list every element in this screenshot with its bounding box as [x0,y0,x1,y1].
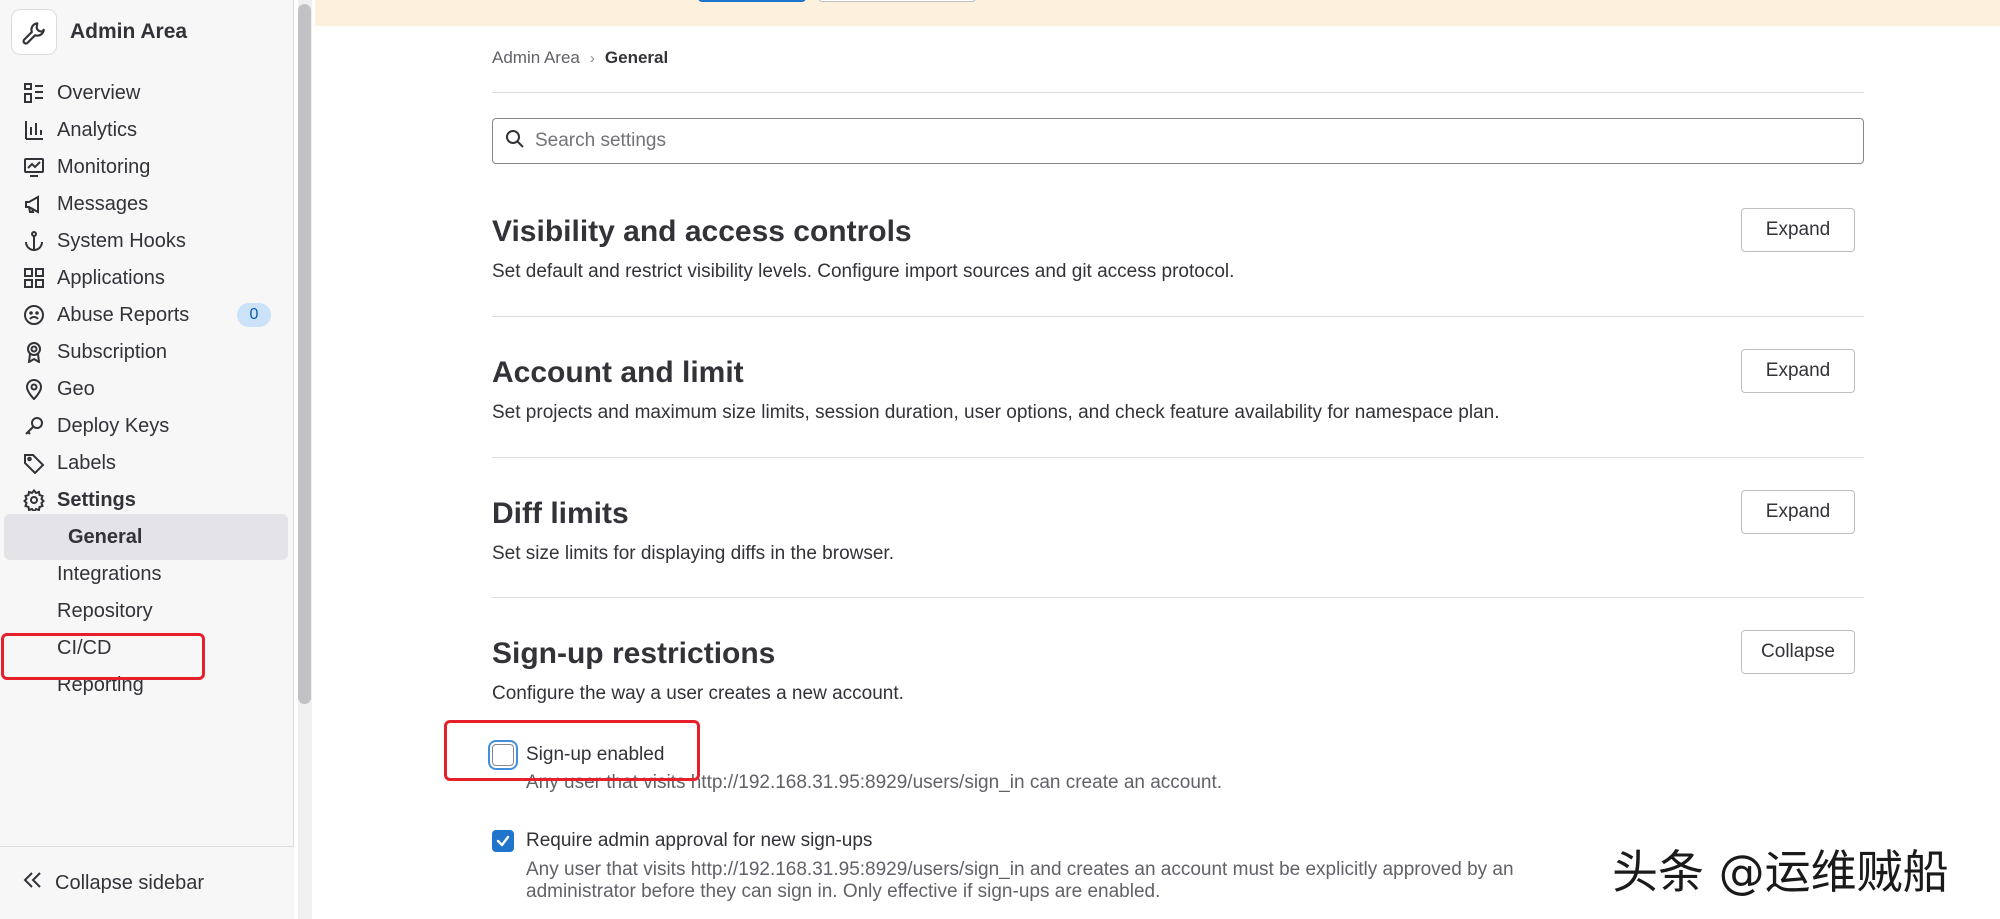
sidebar-nav: Overview Analytics Monitoring Messages S… [0,70,294,846]
breadcrumb-current: General [604,48,669,67]
sidebar-item-label: Deploy Keys [57,414,170,437]
sidebar-title: Admin Area [70,20,188,43]
sidebar-item-label: System Hooks [57,229,186,252]
applications-icon [22,266,46,290]
analytics-icon [22,118,46,142]
expand-button[interactable]: Expand [1741,490,1855,534]
admin-wrench-icon [12,10,56,54]
sidebar-item-label: Overview [57,81,141,104]
expand-button[interactable]: Expand [1741,208,1855,252]
sidebar-item-label: Labels [57,451,116,474]
sidebar-item-label: Monitoring [57,155,151,178]
checkmark-icon [496,835,510,847]
sidebar-item-label: Geo [57,377,95,400]
double-chevron-left-icon [22,869,44,897]
breadcrumb-parent[interactable]: Admin Area [492,48,580,68]
key-icon [22,414,46,438]
sidebar-item-label: Messages [57,192,149,215]
section-title: Diff limits [492,497,629,530]
expand-button[interactable]: Expand [1741,349,1855,393]
search-icon [505,129,525,154]
require-approval-help-line2: administrator before they can sign in. O… [526,881,1161,902]
require-approval-help-line1: Any user that visits http://192.168.31.9… [526,859,1514,880]
sidebar-item-label: General [68,525,143,548]
divider [492,92,1864,93]
collapse-sidebar-label: Collapse sidebar [55,871,204,894]
banner-secondary-button[interactable] [818,0,976,2]
search-settings-field[interactable] [492,118,1864,164]
sidebar-item-label: Analytics [57,118,138,141]
anchor-icon [22,229,46,253]
sidebar-item-label: CI/CD [57,636,112,659]
watermark-text: 头条 @运维贼船 [1606,836,1955,902]
require-approval-label[interactable]: Require admin approval for new sign-ups [526,830,872,852]
location-icon [22,377,46,401]
sidebar-item-label: Settings [57,488,136,511]
top-banner [315,0,2000,26]
sidebar-item-label: Repository [57,599,153,622]
subscription-icon [22,340,46,364]
require-approval-checkbox[interactable] [492,830,514,852]
sidebar-scrollbar-thumb[interactable] [298,4,311,704]
settings-icon [22,488,46,512]
search-input[interactable] [535,130,1835,152]
collapse-button[interactable]: Collapse [1741,630,1855,674]
monitoring-icon [22,155,46,179]
collapse-sidebar-button[interactable]: Collapse sidebar [0,846,294,919]
sidebar-item-label: Reporting [57,673,144,696]
signup-enabled-help: Any user that visits http://192.168.31.9… [526,772,1223,793]
section-description: Set default and restrict visibility leve… [492,261,1235,282]
sidebar-item-label: Integrations [57,562,162,585]
sidebar-item-label: Applications [57,266,165,289]
count-badge: 0 [237,303,271,327]
signup-enabled-row: Sign-up enabled [492,744,664,766]
section-title: Visibility and access controls [492,215,912,248]
chevron-right-icon: › [589,49,595,67]
label-icon [22,451,46,475]
require-approval-row: Require admin approval for new sign-ups [492,830,872,852]
divider [492,597,1864,598]
sidebar-subitem-reporting[interactable]: Reporting [0,662,288,708]
section-description: Set size limits for displaying diffs in … [492,543,894,564]
section-title: Sign-up restrictions [492,637,776,670]
divider [492,316,1864,317]
banner-primary-button[interactable] [698,0,806,2]
divider [492,457,1864,458]
sidebar-item-label: Abuse Reports [57,303,190,326]
signup-enabled-label[interactable]: Sign-up enabled [526,744,664,766]
section-title: Account and limit [492,356,744,389]
sidebar-header[interactable]: Admin Area [12,10,187,54]
overview-icon [22,81,46,105]
section-description: Configure the way a user creates a new a… [492,683,904,704]
megaphone-icon [22,192,46,216]
sidebar-item-label: Subscription [57,340,168,363]
breadcrumb: Admin Area › General [492,48,668,68]
signup-enabled-checkbox[interactable] [492,744,514,766]
abuse-icon [22,303,46,327]
section-description: Set projects and maximum size limits, se… [492,402,1500,423]
sidebar: Admin Area Overview Analytics Monitoring… [0,0,294,919]
